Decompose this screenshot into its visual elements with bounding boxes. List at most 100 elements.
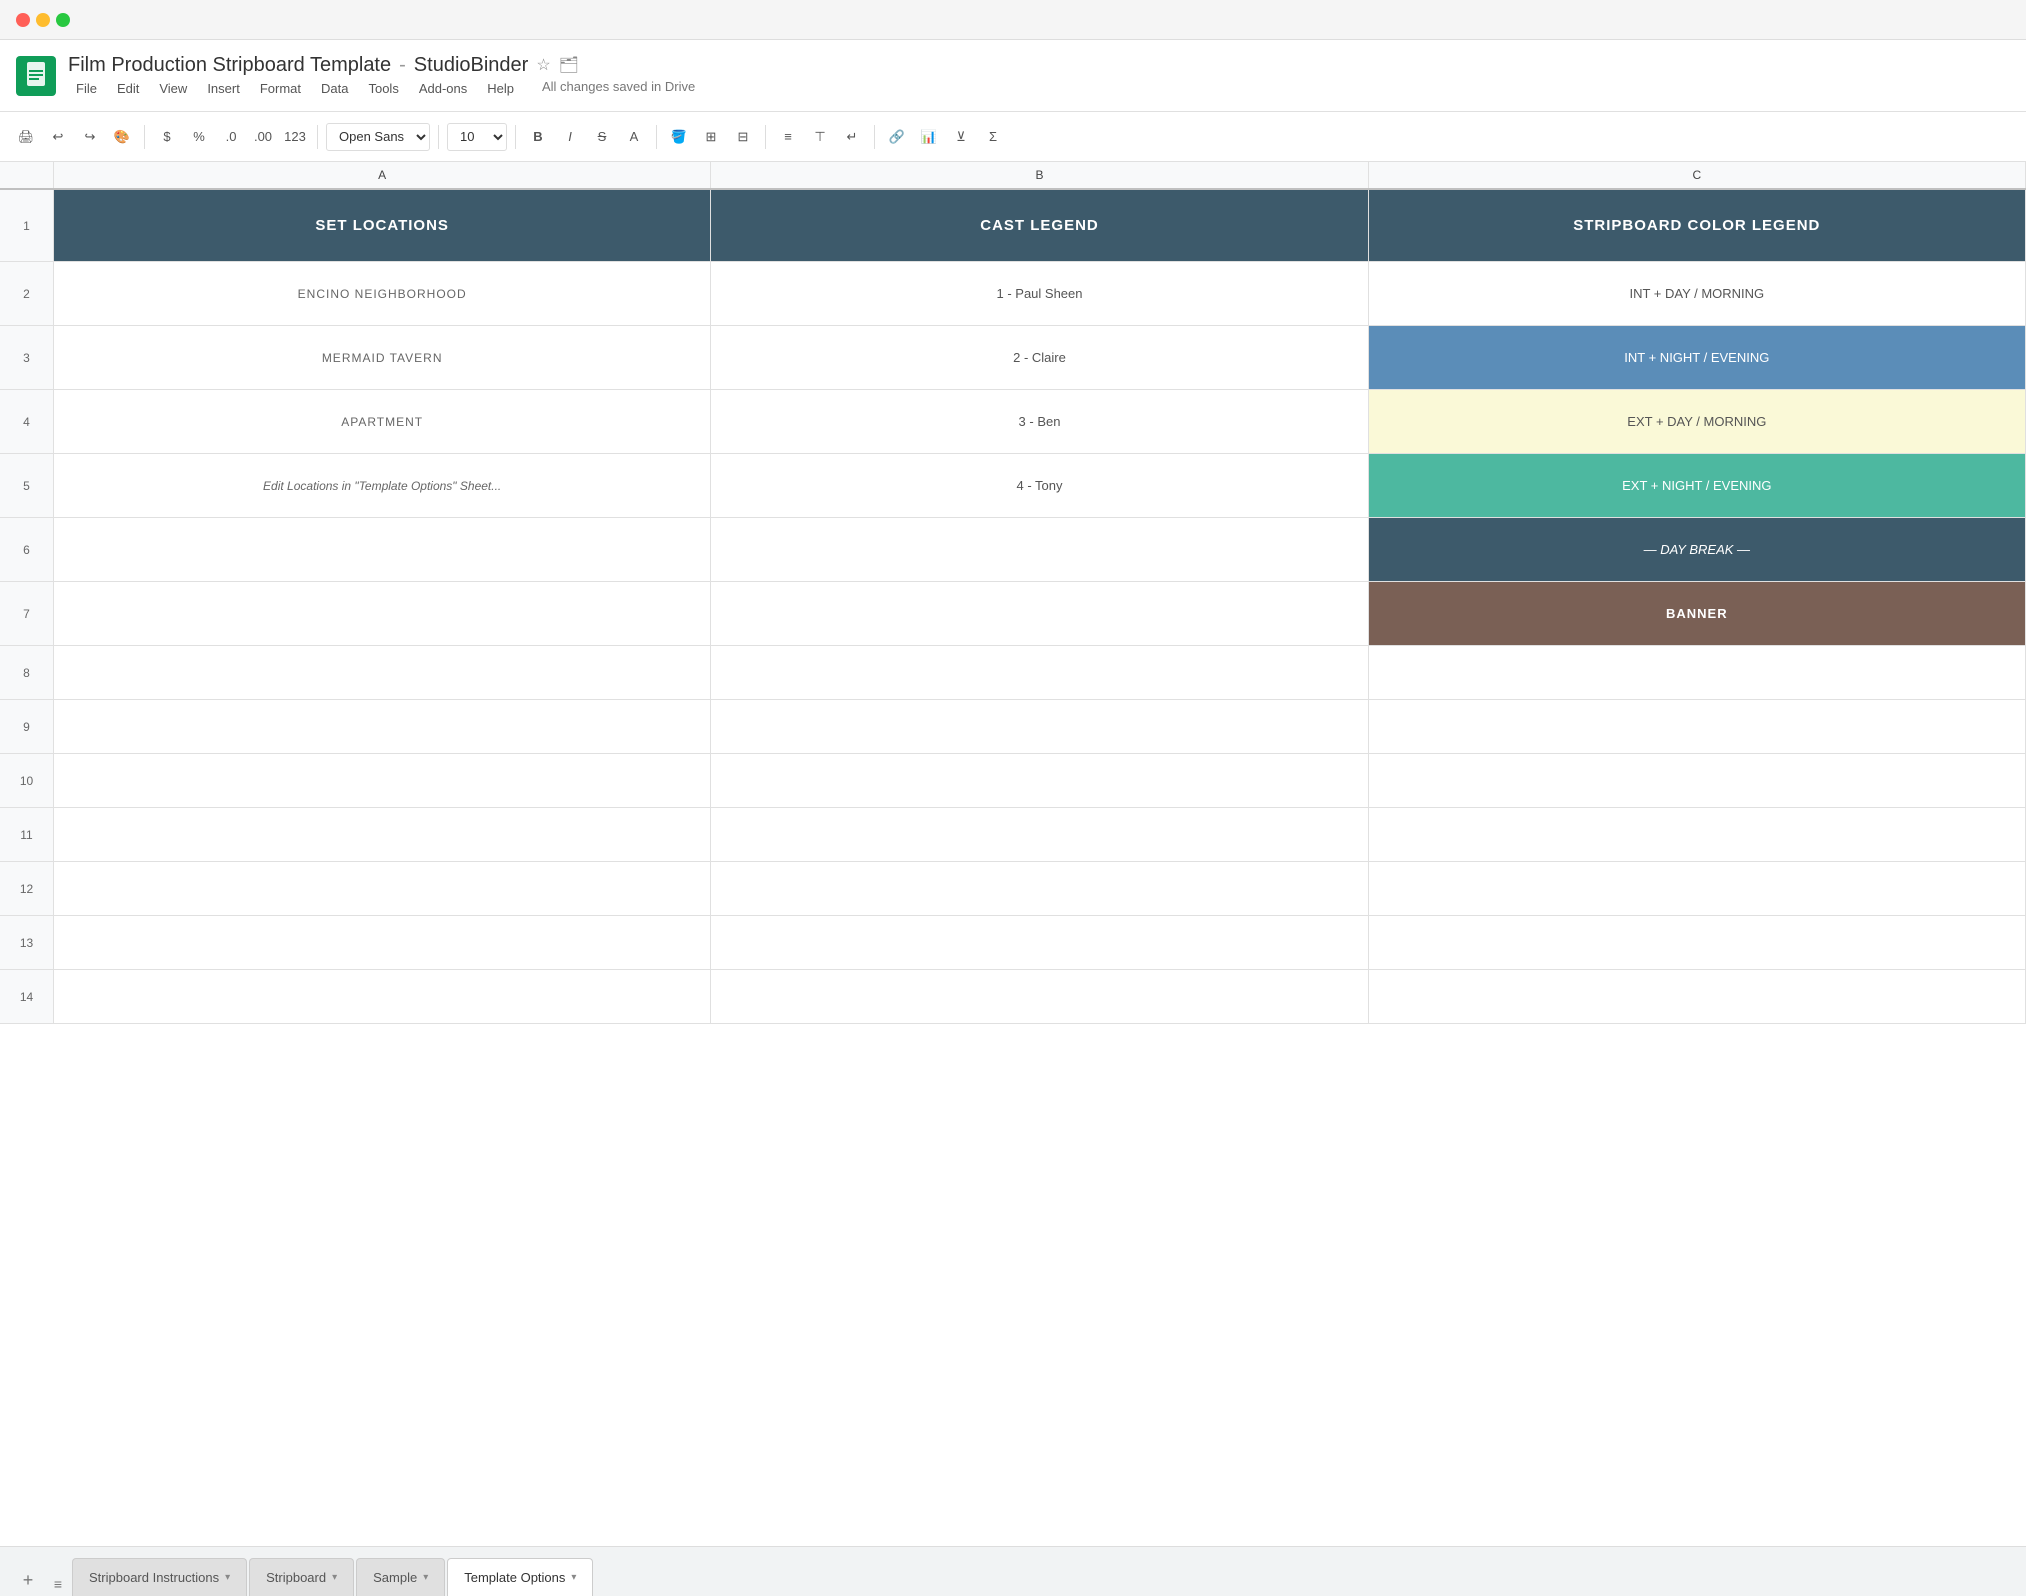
row-num-8: 8 xyxy=(0,646,54,699)
folder-icon[interactable]: 🗂 xyxy=(559,55,579,75)
cell-9a[interactable] xyxy=(54,700,711,753)
fill-color-button[interactable]: 🪣 xyxy=(665,123,693,151)
tab-dropdown-arrow[interactable]: ▾ xyxy=(332,1572,337,1583)
cell-8a[interactable] xyxy=(54,646,711,699)
font-size-select[interactable]: 10 xyxy=(447,123,507,151)
cell-1b[interactable]: CAST LEGEND xyxy=(711,190,1368,261)
tab-dropdown-arrow[interactable]: ▾ xyxy=(225,1572,230,1583)
tab-dropdown-arrow[interactable]: ▾ xyxy=(423,1572,428,1583)
add-sheet-button[interactable]: + xyxy=(12,1564,44,1596)
cell-2c[interactable]: INT + DAY / MORNING xyxy=(1369,262,2026,325)
decimal-increase-button[interactable]: .00 xyxy=(249,123,277,151)
menu-format[interactable]: Format xyxy=(252,79,309,98)
cell-5a[interactable]: Edit Locations in "Template Options" She… xyxy=(54,454,711,517)
cell-2a[interactable]: ENCINO NEIGHBORHOOD xyxy=(54,262,711,325)
decimal-decrease-button[interactable]: .0 xyxy=(217,123,245,151)
cell-4c[interactable]: EXT + DAY / MORNING xyxy=(1369,390,2026,453)
wrap-button[interactable]: ↵ xyxy=(838,123,866,151)
menu-edit[interactable]: Edit xyxy=(109,79,147,98)
menu-insert[interactable]: Insert xyxy=(199,79,248,98)
minimize-button[interactable] xyxy=(36,13,50,27)
table-row: 8 xyxy=(0,646,2026,700)
col-header-b[interactable]: B xyxy=(711,162,1368,188)
save-status: All changes saved in Drive xyxy=(542,79,695,98)
cell-7c[interactable]: BANNER xyxy=(1369,582,2026,645)
cell-7a[interactable] xyxy=(54,582,711,645)
print-button[interactable]: 🖨 xyxy=(12,123,40,151)
cell-12c[interactable] xyxy=(1369,862,2026,915)
tab-template-options-label: Template Options xyxy=(464,1570,565,1585)
row-num-5: 5 xyxy=(0,454,54,517)
cell-14b[interactable] xyxy=(711,970,1368,1023)
cell-4b[interactable]: 3 - Ben xyxy=(711,390,1368,453)
cell-8c[interactable] xyxy=(1369,646,2026,699)
cell-3a[interactable]: MERMAID TAVERN xyxy=(54,326,711,389)
cell-13a[interactable] xyxy=(54,916,711,969)
cell-1a[interactable]: SET LOCATIONS xyxy=(54,190,711,261)
strikethrough-button[interactable]: S xyxy=(588,123,616,151)
borders-button[interactable]: ⊞ xyxy=(697,123,725,151)
cell-9c[interactable] xyxy=(1369,700,2026,753)
cell-11b[interactable] xyxy=(711,808,1368,861)
merge-button[interactable]: ⊟ xyxy=(729,123,757,151)
cell-3b[interactable]: 2 - Claire xyxy=(711,326,1368,389)
menu-tools[interactable]: Tools xyxy=(360,79,406,98)
number-format-button[interactable]: 123 xyxy=(281,123,309,151)
text-color-button[interactable]: A xyxy=(620,123,648,151)
cell-13b[interactable] xyxy=(711,916,1368,969)
menu-file[interactable]: File xyxy=(68,79,105,98)
cell-10c[interactable] xyxy=(1369,754,2026,807)
redo-button[interactable]: ↪ xyxy=(76,123,104,151)
cell-1c[interactable]: STRIPBOARD COLOR LEGEND xyxy=(1369,190,2026,261)
menu-data[interactable]: Data xyxy=(313,79,356,98)
tab-sample[interactable]: Sample ▾ xyxy=(356,1558,445,1596)
tab-stripboard[interactable]: Stripboard ▾ xyxy=(249,1558,354,1596)
cell-14a[interactable] xyxy=(54,970,711,1023)
cell-5b[interactable]: 4 - Tony xyxy=(711,454,1368,517)
col-header-c[interactable]: C xyxy=(1369,162,2026,188)
tab-dropdown-arrow[interactable]: ▾ xyxy=(571,1572,576,1583)
cell-11a[interactable] xyxy=(54,808,711,861)
cell-2b[interactable]: 1 - Paul Sheen xyxy=(711,262,1368,325)
cell-11c[interactable] xyxy=(1369,808,2026,861)
cell-12a[interactable] xyxy=(54,862,711,915)
cell-5c[interactable]: EXT + NIGHT / EVENING xyxy=(1369,454,2026,517)
function-button[interactable]: Σ xyxy=(979,123,1007,151)
italic-button[interactable]: I xyxy=(556,123,584,151)
menu-help[interactable]: Help xyxy=(479,79,522,98)
currency-button[interactable]: $ xyxy=(153,123,181,151)
divider-4 xyxy=(515,125,516,149)
percent-button[interactable]: % xyxy=(185,123,213,151)
cell-6b[interactable] xyxy=(711,518,1368,581)
font-family-select[interactable]: Open Sans xyxy=(326,123,430,151)
link-button[interactable]: 🔗 xyxy=(883,123,911,151)
tab-stripboard-instructions[interactable]: Stripboard Instructions ▾ xyxy=(72,1558,247,1596)
cell-12b[interactable] xyxy=(711,862,1368,915)
cell-8b[interactable] xyxy=(711,646,1368,699)
bold-button[interactable]: B xyxy=(524,123,552,151)
align-button[interactable]: ≡ xyxy=(774,123,802,151)
cell-6a[interactable] xyxy=(54,518,711,581)
menu-addons[interactable]: Add-ons xyxy=(411,79,475,98)
star-icon[interactable]: ☆ xyxy=(536,55,550,75)
cell-13c[interactable] xyxy=(1369,916,2026,969)
chart-button[interactable]: 📊 xyxy=(915,123,943,151)
valign-button[interactable]: ⊤ xyxy=(806,123,834,151)
cell-14c[interactable] xyxy=(1369,970,2026,1023)
undo-button[interactable]: ↩ xyxy=(44,123,72,151)
cell-3c[interactable]: INT + NIGHT / EVENING xyxy=(1369,326,2026,389)
cell-7b[interactable] xyxy=(711,582,1368,645)
sheet-list-button[interactable]: ≡ xyxy=(46,1572,70,1596)
close-button[interactable] xyxy=(16,13,30,27)
cell-9b[interactable] xyxy=(711,700,1368,753)
col-header-a[interactable]: A xyxy=(54,162,711,188)
cell-4a[interactable]: APARTMENT xyxy=(54,390,711,453)
cell-10b[interactable] xyxy=(711,754,1368,807)
tab-template-options[interactable]: Template Options ▾ xyxy=(447,1558,593,1596)
paint-format-button[interactable]: 🎨 xyxy=(108,123,136,151)
maximize-button[interactable] xyxy=(56,13,70,27)
cell-10a[interactable] xyxy=(54,754,711,807)
cell-6c[interactable]: — DAY BREAK — xyxy=(1369,518,2026,581)
menu-view[interactable]: View xyxy=(151,79,195,98)
filter-button[interactable]: ⊻ xyxy=(947,123,975,151)
